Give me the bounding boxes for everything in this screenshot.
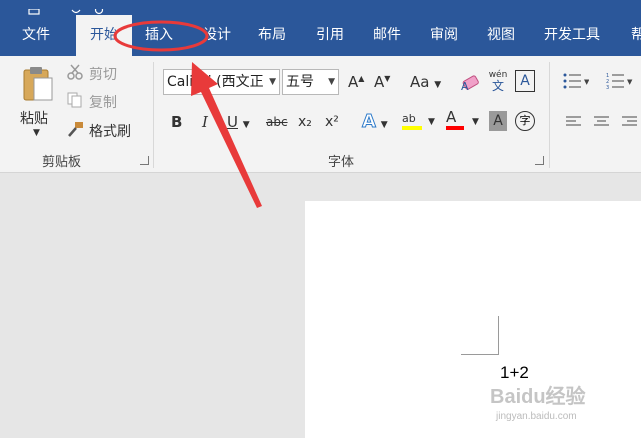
tab-mailings[interactable]: 邮件: [373, 15, 401, 56]
grow-font-button[interactable]: A▲: [348, 73, 364, 91]
tab-developer[interactable]: 开发工具: [544, 15, 600, 56]
tab-design[interactable]: 设计: [203, 15, 231, 56]
ribbon: 粘贴 ▼ 剪切 复制 格式刷 剪贴板 Calibri (西文正 ▼ 五号 ▼ A▲ …: [0, 56, 641, 173]
svg-text:▼: ▼: [584, 78, 589, 86]
font-name-combo[interactable]: Calibri (西文正 ▼: [163, 69, 280, 95]
group-separator: [153, 62, 154, 168]
watermark-url: jingyan.baidu.com: [496, 411, 577, 422]
superscript-button[interactable]: x²: [325, 114, 339, 130]
align-center-icon[interactable]: [594, 116, 610, 128]
paste-dropdown-icon[interactable]: ▼: [33, 128, 40, 138]
italic-button[interactable]: I: [202, 113, 208, 131]
tab-help[interactable]: 帮: [631, 15, 641, 56]
change-case-button[interactable]: Aa ▼: [410, 73, 441, 91]
tab-review[interactable]: 审阅: [430, 15, 458, 56]
phonetic-bottom: 文: [491, 79, 504, 93]
save-icon[interactable]: [28, 0, 40, 15]
align-right-icon[interactable]: [622, 116, 638, 128]
bold-button[interactable]: B: [171, 113, 182, 131]
group-separator: [549, 62, 550, 168]
copy-icon: [67, 92, 82, 108]
format-painter-icon: [68, 122, 83, 137]
tab-layout[interactable]: 布局: [258, 15, 286, 56]
font-name-value: Calibri (西文正: [167, 74, 264, 90]
subscript-button[interactable]: x₂: [298, 114, 312, 130]
copy-button[interactable]: 复制: [89, 92, 117, 112]
enclose-characters-button[interactable]: 字: [515, 111, 535, 131]
tab-view[interactable]: 视图: [487, 15, 515, 56]
cut-button[interactable]: 剪切: [89, 64, 117, 84]
cut-icon: [67, 64, 83, 80]
bullets-icon[interactable]: ▼: [563, 72, 589, 90]
tab-home[interactable]: 开始: [76, 15, 132, 56]
clipboard-launcher-icon[interactable]: [140, 156, 149, 165]
paste-button[interactable]: 粘贴 ▼: [18, 62, 58, 142]
underline-button[interactable]: U ▼: [227, 113, 250, 131]
watermark-brand: Baidu经验: [490, 386, 586, 408]
phonetic-guide-button[interactable]: wén 文: [488, 70, 508, 94]
strikethrough-button[interactable]: abc: [266, 115, 288, 129]
tab-insert[interactable]: 插入: [145, 15, 173, 56]
font-color-button[interactable]: A: [446, 108, 464, 130]
text-effects-button[interactable]: A ▼: [362, 111, 388, 133]
font-launcher-icon[interactable]: [535, 156, 544, 165]
highlight-color-bar: [402, 126, 422, 130]
svg-text:▼: ▼: [627, 78, 633, 86]
clear-format-icon[interactable]: A: [461, 74, 481, 92]
numbering-icon[interactable]: 1 2 3 ▼: [606, 72, 636, 90]
font-color-bar: [446, 126, 464, 130]
margin-corner-mark: [498, 316, 499, 355]
font-color-dropdown-icon[interactable]: ▼: [472, 117, 479, 127]
tab-file[interactable]: 文件: [22, 15, 50, 56]
margin-corner-mark: [461, 354, 499, 355]
highlight-dropdown-icon[interactable]: ▼: [428, 117, 435, 127]
paste-icon: [23, 67, 53, 101]
paste-label: 粘贴: [20, 111, 48, 127]
highlight-button[interactable]: ab: [402, 108, 422, 130]
shrink-font-button[interactable]: A▼: [374, 73, 390, 91]
tab-references[interactable]: 引用: [316, 15, 344, 56]
format-painter-button[interactable]: 格式刷: [89, 121, 131, 141]
character-border-button[interactable]: A: [515, 70, 535, 92]
redo-icon[interactable]: [93, 0, 105, 15]
chevron-down-icon: ▼: [269, 77, 276, 87]
svg-text:3: 3: [606, 85, 609, 90]
undo-icon[interactable]: [70, 0, 82, 14]
align-left-icon[interactable]: [566, 116, 582, 128]
clipboard-group-label: 剪贴板: [42, 155, 82, 170]
character-shading-button[interactable]: A: [489, 111, 507, 131]
title-bar: [0, 0, 641, 15]
font-group-label: 字体: [328, 155, 355, 170]
font-size-value: 五号: [286, 74, 314, 90]
document-page[interactable]: [305, 201, 641, 438]
font-size-combo[interactable]: 五号 ▼: [282, 69, 339, 95]
ribbon-tab-bar: 文件 开始 插入 设计 布局 引用 邮件 审阅 视图 开发工具 帮: [0, 15, 641, 56]
svg-text:A: A: [461, 80, 469, 92]
chevron-down-icon: ▼: [328, 77, 335, 87]
